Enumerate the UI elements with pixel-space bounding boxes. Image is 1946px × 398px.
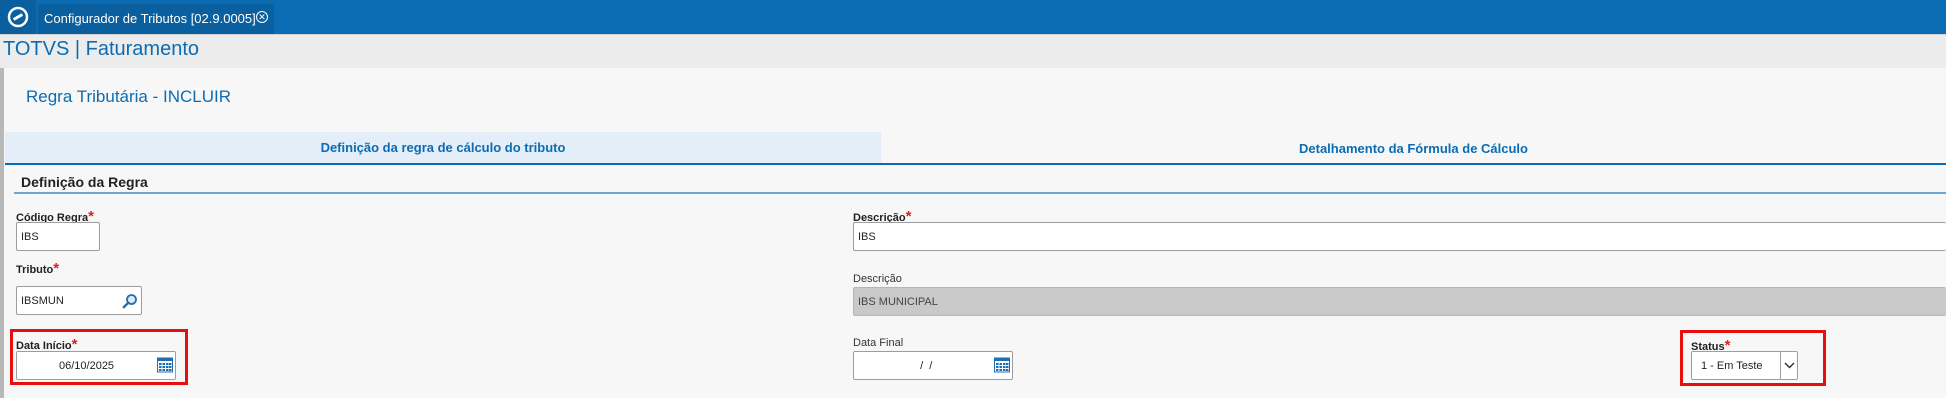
close-tab-icon[interactable]: ✕ — [256, 11, 268, 23]
top-bar: Configurador de Tributos [02.9.0005] ✕ — [0, 0, 1946, 34]
page-title: Regra Tributária - INCLUIR — [26, 87, 232, 106]
data-inicio-highlight — [10, 329, 188, 385]
data-final-field[interactable]: / / — [853, 351, 1013, 380]
app-header: TOTVS | Faturamento — [0, 34, 1946, 68]
calendar-icon[interactable] — [993, 356, 1011, 374]
descricao-tributo-label: Descrição — [853, 273, 902, 285]
form-tabs: Definição da regra de cálculo do tributo… — [5, 132, 1946, 165]
tab-definicao-regra[interactable]: Definição da regra de cálculo do tributo — [5, 132, 881, 163]
required-mark: * — [53, 260, 60, 277]
codigo-regra-field[interactable]: IBS — [16, 222, 100, 251]
section-divider — [14, 192, 1946, 194]
totvs-logo-icon[interactable] — [0, 0, 36, 34]
status-highlight — [1680, 330, 1826, 386]
search-icon[interactable] — [120, 291, 140, 311]
descricao-field[interactable]: IBS — [853, 222, 1946, 251]
left-edge-divider — [0, 68, 4, 398]
tributo-label: Tributo* — [16, 260, 60, 277]
app-title: TOTVS | Faturamento — [3, 38, 200, 60]
tab-detalhamento-formula[interactable]: Detalhamento da Fórmula de Cálculo — [881, 132, 1946, 163]
section-title: Definição da Regra — [21, 174, 148, 190]
window-tab[interactable]: Configurador de Tributos [02.9.0005] — [38, 4, 274, 34]
descricao-tributo-field: IBS MUNICIPAL — [853, 287, 1946, 316]
main-content: Regra Tributária - INCLUIR Definição da … — [0, 68, 1946, 398]
data-final-label: Data Final — [853, 337, 904, 349]
window-tab-title: Configurador de Tributos [02.9.0005] — [44, 11, 256, 26]
